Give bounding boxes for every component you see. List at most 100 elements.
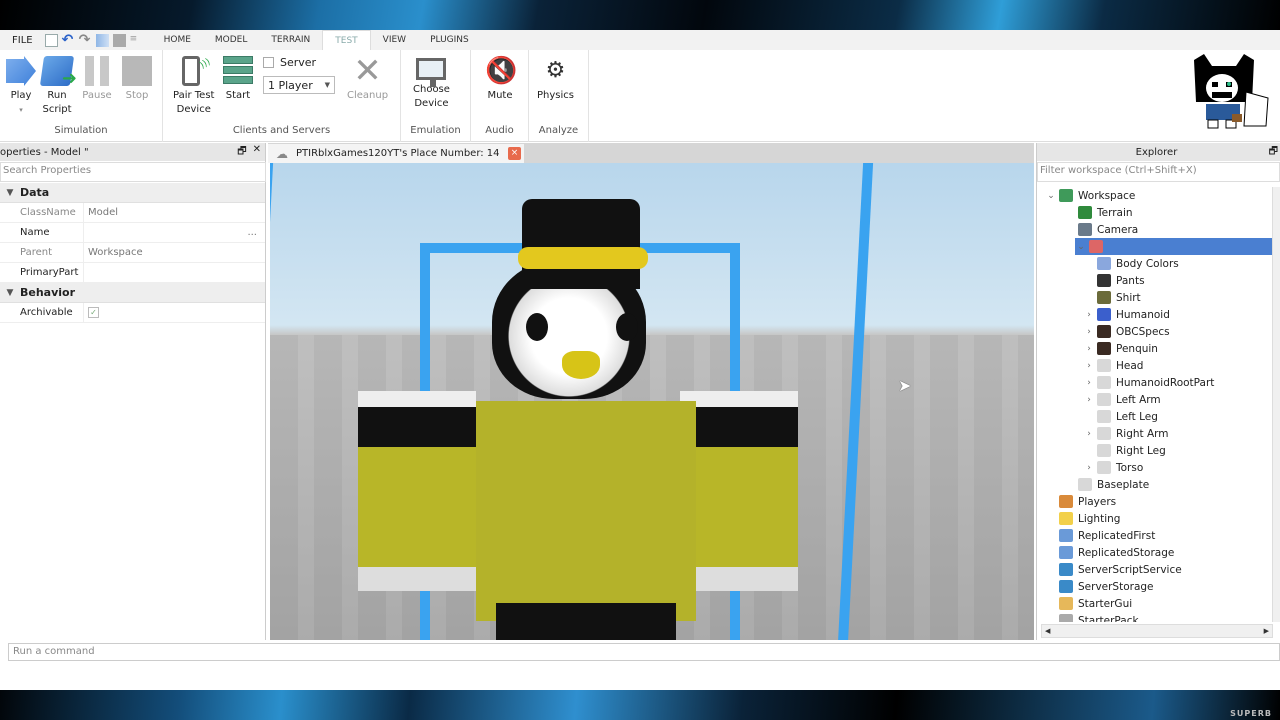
player-count-select[interactable]: 1 Player ▼: [263, 76, 335, 94]
explorer-item[interactable]: ⌄: [1075, 238, 1273, 255]
explorer-item[interactable]: Baseplate: [1037, 476, 1273, 493]
choose-device-button[interactable]: Choose Device: [413, 56, 450, 111]
tab-home[interactable]: HOME: [152, 30, 203, 50]
explorer-item[interactable]: Camera: [1037, 221, 1273, 238]
explorer-item[interactable]: ReplicatedFirst: [1037, 527, 1273, 544]
explorer-item[interactable]: › HumanoidRootPart: [1037, 374, 1273, 391]
stop-icon[interactable]: [112, 33, 126, 47]
play-button[interactable]: Play ▾: [6, 56, 36, 117]
category-data[interactable]: ▼ Data: [0, 183, 265, 203]
starter-pack-icon: [1059, 614, 1073, 622]
command-input[interactable]: Run a command: [8, 643, 1280, 661]
chevron-down-icon[interactable]: ▼: [0, 288, 20, 298]
explorer-item[interactable]: Pants: [1037, 272, 1273, 289]
start-button[interactable]: Start: [223, 56, 253, 103]
primary-part-value[interactable]: [84, 263, 265, 282]
explorer-item-label: Baseplate: [1097, 478, 1150, 491]
chevron-right-icon[interactable]: ›: [1083, 378, 1095, 388]
scroll-left-icon[interactable]: ◀: [1045, 627, 1050, 635]
explorer-item[interactable]: › Head: [1037, 357, 1273, 374]
float-icon[interactable]: 🗗: [1269, 144, 1278, 161]
chevron-right-icon[interactable]: ›: [1083, 361, 1095, 371]
place-tab[interactable]: ☁ PTIRblxGames120YT's Place Number: 14 ×: [268, 144, 524, 163]
cloud-icon: ☁: [276, 146, 288, 161]
new-file-icon[interactable]: [44, 33, 58, 47]
play-icon[interactable]: [95, 33, 109, 47]
explorer-item[interactable]: › Right Arm: [1037, 425, 1273, 442]
chevron-right-icon[interactable]: ›: [1083, 395, 1095, 405]
archivable-checkbox[interactable]: ✓: [88, 307, 99, 318]
3d-viewport[interactable]: ➤: [270, 163, 1034, 640]
explorer-item-label: OBCSpecs: [1116, 325, 1170, 338]
horizontal-scrollbar[interactable]: ◀ ▶: [1041, 624, 1273, 638]
streamer-avatar-overlay: [1174, 52, 1274, 132]
explorer-item[interactable]: Left Leg: [1037, 408, 1273, 425]
close-icon[interactable]: ✕: [253, 144, 261, 161]
tab-plugins[interactable]: PLUGINS: [418, 30, 481, 50]
stop-button[interactable]: Stop: [122, 56, 152, 103]
chevron-right-icon[interactable]: ›: [1083, 310, 1095, 320]
physics-button[interactable]: ⚙ Physics: [537, 56, 574, 103]
explorer-item[interactable]: Right Leg: [1037, 442, 1273, 459]
chevron-right-icon[interactable]: ›: [1083, 344, 1095, 354]
explorer-item-label: StarterGui: [1078, 597, 1133, 610]
tab-terrain[interactable]: TERRAIN: [259, 30, 322, 50]
close-tab-button[interactable]: ×: [508, 147, 521, 160]
property-row[interactable]: Archivable ✓: [0, 303, 265, 323]
explorer-item[interactable]: StarterGui: [1037, 595, 1273, 612]
vertical-scrollbar[interactable]: [1272, 187, 1280, 622]
chevron-right-icon[interactable]: ›: [1083, 429, 1095, 439]
server-checkbox[interactable]: Server: [263, 56, 316, 69]
explorer-item[interactable]: › Penquin: [1037, 340, 1273, 357]
undo-icon[interactable]: ↶: [62, 33, 75, 47]
chevron-down-icon[interactable]: ⌄: [1045, 191, 1057, 201]
chevron-down-icon[interactable]: ▼: [0, 188, 20, 198]
explorer-item[interactable]: Shirt: [1037, 289, 1273, 306]
mute-button[interactable]: 🔇 Mute: [485, 56, 517, 103]
explorer-item[interactable]: › OBCSpecs: [1037, 323, 1273, 340]
desktop-background-bottom: SUPERB: [0, 690, 1280, 720]
name-value-input[interactable]: ...: [84, 223, 265, 242]
more-icon[interactable]: ...: [247, 227, 257, 238]
explorer-item[interactable]: Body Colors: [1037, 255, 1273, 272]
chevron-right-icon[interactable]: ›: [1083, 327, 1095, 337]
category-behavior[interactable]: ▼ Behavior: [0, 283, 265, 303]
run-script-button[interactable]: Run Script: [39, 56, 75, 117]
tab-model[interactable]: MODEL: [203, 30, 259, 50]
property-row[interactable]: PrimaryPart: [0, 263, 265, 283]
explorer-item[interactable]: ⌄ Workspace: [1037, 187, 1273, 204]
pair-test-device-button[interactable]: Pair Test Device: [173, 56, 214, 117]
mouse-cursor-icon: ➤: [898, 376, 912, 395]
float-icon[interactable]: 🗗: [237, 144, 246, 161]
chevron-down-icon[interactable]: ⌄: [1075, 242, 1087, 252]
script-label: Script: [42, 104, 72, 115]
scroll-right-icon[interactable]: ▶: [1264, 627, 1269, 635]
property-row[interactable]: Name ...: [0, 223, 265, 243]
chevron-right-icon[interactable]: ›: [1083, 463, 1095, 473]
chevron-down-icon: ▼: [324, 81, 330, 89]
explorer-item[interactable]: Terrain: [1037, 204, 1273, 221]
pause-button[interactable]: Pause: [82, 56, 112, 103]
more-icon[interactable]: ≡: [130, 34, 138, 47]
explorer-item[interactable]: › Torso: [1037, 459, 1273, 476]
cleanup-button[interactable]: ✕ Cleanup: [347, 54, 388, 103]
left-eye: [526, 313, 548, 341]
explorer-item[interactable]: ServerStorage: [1037, 578, 1273, 595]
explorer-item[interactable]: ServerScriptService: [1037, 561, 1273, 578]
emulation-group: Choose Device Emulation: [401, 50, 471, 142]
explorer-item[interactable]: › Left Arm: [1037, 391, 1273, 408]
chevron-down-icon[interactable]: ▾: [19, 103, 23, 117]
search-properties-input[interactable]: Search Properties: [0, 162, 266, 182]
filter-workspace-input[interactable]: Filter workspace (Ctrl+Shift+X): [1037, 162, 1280, 182]
explorer-item[interactable]: Players: [1037, 493, 1273, 510]
explorer-item[interactable]: Lighting: [1037, 510, 1273, 527]
explorer-item[interactable]: › Humanoid: [1037, 306, 1273, 323]
redo-icon[interactable]: ↷: [79, 33, 92, 47]
explorer-item[interactable]: ReplicatedStorage: [1037, 544, 1273, 561]
file-menu[interactable]: FILE: [0, 35, 45, 46]
explorer-item[interactable]: StarterPack: [1037, 612, 1273, 622]
tab-view[interactable]: VIEW: [371, 30, 418, 50]
checkbox[interactable]: [263, 57, 274, 68]
explorer-item-label: ReplicatedFirst: [1078, 529, 1156, 542]
tab-test[interactable]: TEST: [322, 30, 371, 50]
